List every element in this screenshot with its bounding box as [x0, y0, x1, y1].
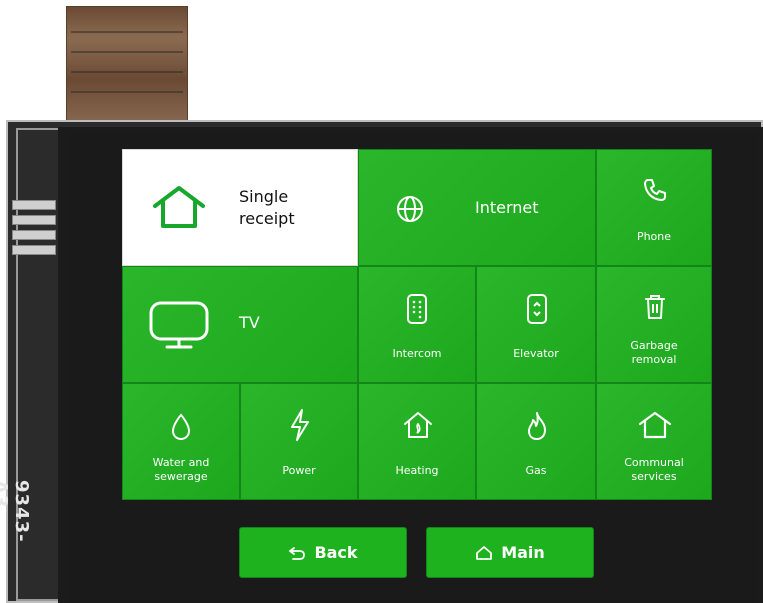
screen: Single receipt Internet Phone TV Interco… [68, 133, 758, 603]
tile-intercom[interactable]: Intercom [358, 266, 476, 383]
water-drop-icon [171, 413, 191, 441]
back-button-label: Back [314, 543, 358, 562]
back-button[interactable]: Back [239, 527, 407, 578]
tile-phone[interactable]: Phone [596, 149, 712, 266]
tile-heating[interactable]: Heating [358, 383, 476, 500]
lightning-icon [291, 409, 309, 441]
tile-elevator[interactable]: Elevator [476, 266, 596, 383]
main-button[interactable]: Main [426, 527, 594, 578]
trash-icon [645, 295, 665, 319]
home-icon [476, 545, 493, 560]
tile-label: Elevator [513, 347, 559, 360]
tile-label: Gas [525, 464, 547, 477]
tile-label: Water and sewerage [152, 456, 210, 483]
back-arrow-icon [289, 546, 306, 560]
tile-gas[interactable]: Gas [476, 383, 596, 500]
heating-icon [404, 412, 432, 438]
tile-label: Intercom [392, 347, 442, 360]
tile-label: Garbage removal [630, 339, 678, 366]
globe-icon [397, 196, 423, 222]
main-button-label: Main [501, 543, 545, 562]
module-side-label: 9343-A3 [0, 480, 34, 580]
flame-icon [528, 412, 546, 440]
connector-strip [12, 230, 56, 240]
tile-garbage-removal[interactable]: Garbage removal [596, 266, 712, 383]
tile-power[interactable]: Power [240, 383, 358, 500]
connector-strip [12, 245, 56, 255]
connector-strip [12, 215, 56, 225]
connector-strip [12, 200, 56, 210]
tile-label: Power [282, 464, 316, 477]
tile-water-and-sewerage[interactable]: Water and sewerage [122, 383, 240, 500]
phone-icon [644, 179, 666, 201]
tile-internet[interactable]: Internet [358, 149, 596, 266]
tile-communal-services[interactable]: Communal services [596, 383, 712, 500]
tile-label: Communal services [624, 456, 684, 483]
tile-label: Single receipt [239, 187, 295, 228]
fpc-ribbon-cable [66, 6, 188, 128]
home-icon [638, 411, 672, 439]
tile-label: Phone [636, 230, 672, 243]
tile-tv[interactable]: TV [122, 266, 358, 383]
home-icon [153, 186, 205, 228]
module-side-label-text: 9343-A3 [0, 480, 32, 543]
tile-single-receipt[interactable]: Single receipt [122, 149, 358, 266]
tile-label: Internet [475, 198, 539, 217]
elevator-icon [527, 294, 547, 324]
intercom-icon [407, 294, 427, 324]
tile-label: Heating [395, 464, 439, 477]
tile-label: TV [239, 313, 260, 332]
tv-icon [149, 301, 209, 349]
